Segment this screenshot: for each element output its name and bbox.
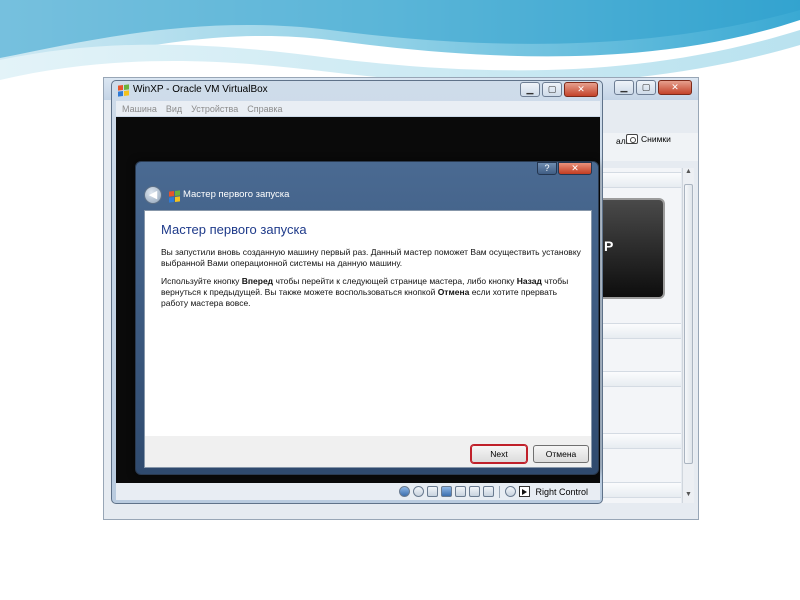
manager-close-button[interactable]: ✕ (658, 80, 692, 95)
manager-section-header[interactable] (601, 323, 681, 339)
vm-close-button[interactable]: ✕ (564, 82, 598, 97)
cancel-button[interactable]: Отмена (533, 445, 589, 463)
scrollbar-thumb[interactable] (684, 184, 693, 464)
manager-scrollbar[interactable]: ▲ ▼ (682, 168, 694, 503)
vm-window-title: WinXP - Oracle VM VirtualBox (133, 84, 268, 95)
wizard-content: Мастер первого запуска Вы запустили внов… (145, 211, 591, 436)
vm-display[interactable]: ? ✕ ◀ Мастер первого запуска Мастер перв… (116, 117, 600, 483)
vm-titlebar: WinXP - Oracle VM VirtualBox ▁ ▢ ✕ (112, 81, 602, 101)
keyboard-capture-icon[interactable] (519, 486, 531, 497)
manager-section-header[interactable] (601, 482, 681, 498)
menu-machine[interactable]: Машина (122, 104, 157, 114)
cd-rom-icon[interactable] (413, 486, 425, 497)
vm-preview-text: P (604, 238, 614, 254)
screenshot-frame: ▁ ▢ ✕ али Снимки P ▲ ▼ WinXP - Oracle VM… (103, 77, 699, 520)
host-key-label: Right Control (535, 486, 588, 497)
windows-logo-icon (169, 190, 180, 203)
wizard-close-button[interactable]: ✕ (558, 162, 592, 175)
camera-icon (626, 134, 638, 144)
snapshots-label: Снимки (641, 134, 671, 144)
vm-maximize-button[interactable]: ▢ (542, 82, 562, 97)
scroll-down-icon[interactable]: ▼ (683, 491, 694, 503)
first-run-wizard-dialog: ? ✕ ◀ Мастер первого запуска Мастер перв… (135, 161, 599, 475)
shared-folders-icon[interactable] (469, 486, 481, 497)
vm-menu-bar: Машина Вид Устройства Справка (116, 101, 600, 116)
wizard-heading: Мастер первого запуска (161, 222, 307, 237)
menu-view[interactable]: Вид (166, 104, 182, 114)
manager-minimize-button[interactable]: ▁ (614, 80, 634, 95)
forward-keyword: Вперед (241, 276, 274, 286)
manager-maximize-button[interactable]: ▢ (636, 80, 656, 95)
manager-section-header[interactable] (601, 433, 681, 449)
menu-devices[interactable]: Устройства (191, 104, 238, 114)
usb-devices-icon[interactable] (455, 486, 467, 497)
wizard-window-title: Мастер первого запуска (183, 189, 290, 200)
snapshots-button[interactable]: Снимки (626, 134, 671, 144)
status-separator (499, 485, 501, 498)
hard-disk-icon[interactable] (399, 486, 411, 497)
network-icon[interactable] (441, 486, 453, 497)
windows-logo-icon (118, 84, 129, 97)
vm-window: WinXP - Oracle VM VirtualBox ▁ ▢ ✕ Машин… (111, 80, 603, 504)
video-capture-icon[interactable] (483, 486, 495, 497)
manager-section-header[interactable] (601, 371, 681, 387)
vm-minimize-button[interactable]: ▁ (520, 82, 540, 97)
mouse-integration-icon[interactable] (505, 486, 517, 497)
usb-pen-icon[interactable] (427, 486, 439, 497)
next-button[interactable]: Next (471, 445, 527, 463)
back-keyword: Назад (516, 276, 542, 286)
manager-section-header[interactable] (601, 172, 681, 188)
wizard-help-button[interactable]: ? (537, 162, 557, 175)
back-arrow-icon[interactable]: ◀ (144, 186, 162, 204)
wizard-paragraph-intro: Вы запустили вновь созданную машину перв… (161, 247, 581, 268)
wizard-body: Мастер первого запуска Вы запустили внов… (144, 210, 592, 468)
wizard-paragraph-instructions: Используйте кнопку Вперед чтобы перейти … (161, 276, 569, 308)
scroll-up-icon[interactable]: ▲ (683, 168, 694, 180)
menu-help[interactable]: Справка (247, 104, 282, 114)
cancel-keyword: Отмена (437, 287, 470, 297)
vm-status-bar: Right Control (116, 483, 600, 500)
